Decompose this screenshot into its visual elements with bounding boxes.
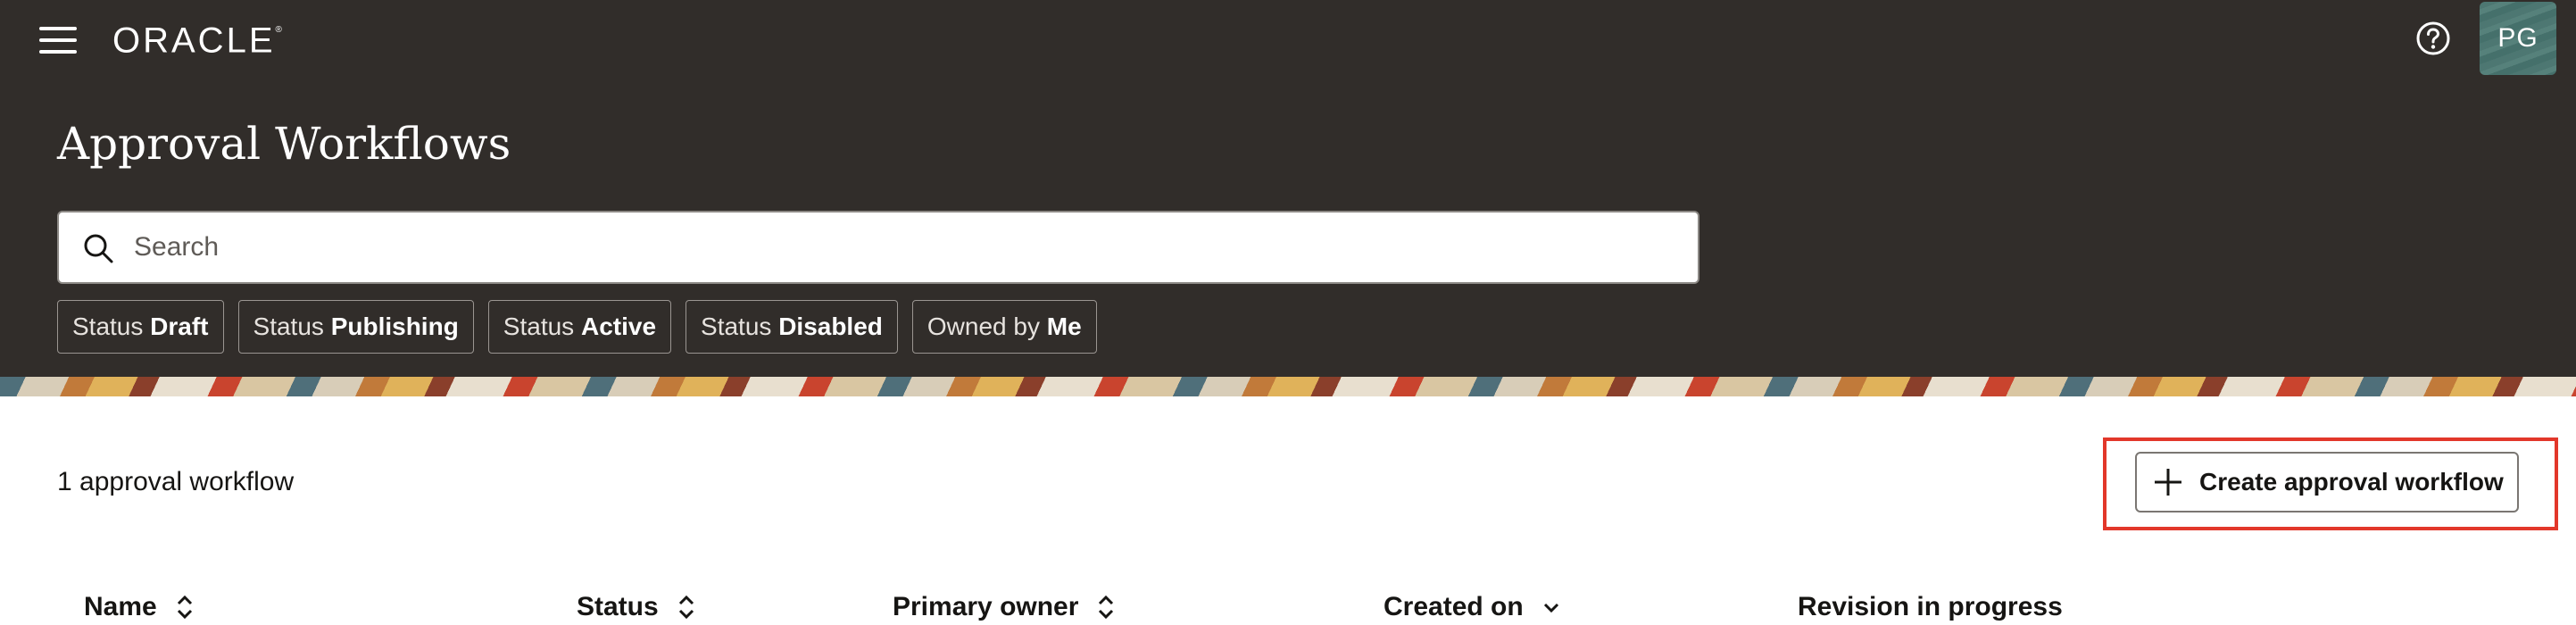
plus-icon: [2155, 469, 2181, 496]
column-header-status[interactable]: Status: [577, 589, 696, 625]
search-field[interactable]: [57, 211, 1699, 284]
column-header-primary-owner[interactable]: Primary owner: [893, 589, 1116, 625]
column-header-name[interactable]: Name: [84, 589, 195, 625]
create-approval-workflow-button[interactable]: Create approval workflow: [2135, 452, 2519, 512]
sort-descending-icon: [1543, 603, 1558, 613]
create-button-label: Create approval workflow: [2199, 468, 2504, 496]
result-count: 1 approval workflow: [57, 467, 295, 496]
sort-toggle-icon: [177, 595, 192, 620]
page-title: Approval Workflows: [57, 118, 511, 170]
column-header-revision-in-progress: Revision in progress: [1798, 592, 2063, 621]
help-circle-icon[interactable]: [2415, 21, 2451, 56]
filter-chip-owned-by-me[interactable]: Owned by Me: [911, 300, 1097, 354]
filter-chip-status-draft[interactable]: Status Draft: [57, 300, 224, 354]
search-input[interactable]: [134, 212, 1651, 282]
search-icon: [84, 234, 113, 263]
filter-chip-status-disabled[interactable]: Status Disabled: [686, 300, 898, 354]
table-header-row: Name Status Primary owner Created on Rev…: [0, 589, 2576, 625]
page-header: ORACLE® PG Approval Workflows Status Dra…: [0, 0, 2576, 377]
filter-chip-bar: Status Draft Status Publishing Status Ac…: [57, 300, 1097, 354]
decorative-banner: [0, 377, 2576, 396]
sort-toggle-icon: [1099, 595, 1114, 620]
oracle-logo[interactable]: ORACLE®: [112, 14, 282, 61]
column-header-created-on[interactable]: Created on: [1384, 589, 1561, 625]
filter-chip-status-publishing[interactable]: Status Publishing: [237, 300, 474, 354]
user-avatar[interactable]: PG: [2480, 2, 2556, 75]
filter-chip-status-active[interactable]: Status Active: [487, 300, 672, 354]
hamburger-menu-icon[interactable]: [39, 25, 77, 55]
sort-toggle-icon: [678, 595, 694, 620]
